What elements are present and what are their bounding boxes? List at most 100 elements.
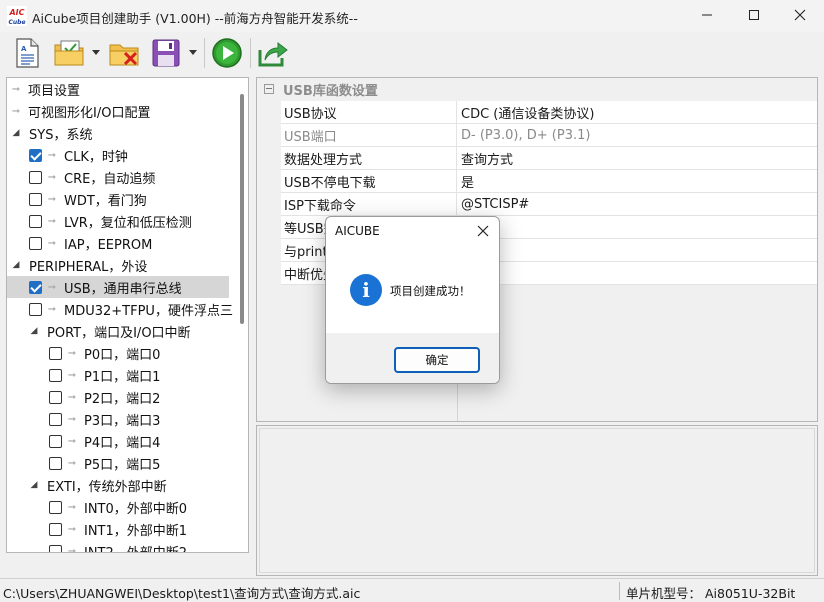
tree-checkbox[interactable] — [49, 456, 62, 470]
close-icon — [794, 9, 806, 21]
tree-item[interactable]: ➞ P3口，端口3 — [7, 408, 229, 430]
arrow-right-icon: ➞ — [47, 237, 57, 249]
config-tree[interactable]: ➞ 项目设置 ➞ 可视图形化I/O口配置 ◢ SYS，系统 ➞ CLK，时钟 ➞ CRE，自动追频… — [6, 77, 249, 553]
tree-item[interactable]: ➞ P1口，端口1 — [7, 364, 229, 386]
property-value[interactable]: 查询方式 — [461, 147, 817, 169]
tree-item[interactable]: ➞ LVR，复位和低压检测 — [7, 210, 229, 232]
info-icon: i — [350, 274, 382, 306]
property-name: USB协议 — [281, 101, 457, 123]
tree-item[interactable]: ◢ SYS，系统 — [7, 122, 229, 144]
tree-checkbox[interactable] — [49, 368, 62, 382]
tree-item-label: SYS，系统 — [29, 127, 93, 143]
property-value[interactable]: 先级 — [461, 262, 817, 284]
close-project-button[interactable] — [107, 36, 143, 70]
tree-checkbox[interactable] — [49, 390, 62, 404]
tree-item[interactable]: ➞ 项目设置 — [7, 78, 229, 100]
arrow-right-icon: ➞ — [67, 435, 77, 447]
property-value[interactable] — [461, 239, 817, 261]
tree-item[interactable]: ➞ INT0，外部中断0 — [7, 496, 229, 518]
expand-triangle-icon[interactable]: ◢ — [29, 480, 39, 490]
minimize-button[interactable] — [684, 0, 730, 30]
dialog-close-button[interactable] — [472, 221, 494, 241]
status-separator — [619, 582, 620, 600]
tree-checkbox[interactable] — [49, 544, 62, 552]
tree-checkbox[interactable] — [49, 500, 62, 514]
svg-text:A: A — [21, 45, 27, 53]
arrow-right-icon: ➞ — [47, 193, 57, 205]
arrow-right-icon: ➞ — [67, 457, 77, 469]
tree-item[interactable]: ➞ CRE，自动追频 — [7, 166, 229, 188]
tree-checkbox[interactable] — [49, 412, 62, 426]
property-value[interactable]: 是 — [461, 170, 817, 192]
arrow-right-icon: ➞ — [67, 545, 77, 553]
tree-item[interactable]: ➞ P5口，端口5 — [7, 452, 229, 474]
tree-item[interactable]: ➞ MDU32+TFPU，硬件浮点三 — [7, 298, 233, 320]
tree-checkbox[interactable] — [29, 236, 42, 250]
tree-checkbox[interactable] — [49, 346, 62, 360]
tree-item[interactable]: ➞ P2口，端口2 — [7, 386, 229, 408]
run-button[interactable] — [210, 36, 244, 70]
tree-item[interactable]: ◢ PERIPHERAL，外设 — [7, 254, 229, 276]
tree-item[interactable]: ➞ INT1，外部中断1 — [7, 518, 229, 540]
category-header[interactable]: USB库函数设置 — [257, 78, 817, 100]
tree-item[interactable]: ➞ 可视图形化I/O口配置 — [7, 100, 229, 122]
ok-button[interactable]: 确定 — [394, 347, 480, 373]
arrow-right-icon: ➞ — [47, 281, 57, 293]
expand-triangle-icon[interactable]: ◢ — [11, 260, 21, 270]
tree-item[interactable]: ◢ EXTI，传统外部中断 — [7, 474, 229, 496]
export-button[interactable] — [256, 36, 290, 70]
tree-item-label: P3口，端口3 — [84, 413, 161, 429]
property-value[interactable]: D- (P3.0), D+ (P3.1) — [461, 124, 817, 146]
dropdown-arrow-icon — [189, 50, 197, 55]
arrow-right-icon: ➞ — [47, 303, 57, 315]
tree-item[interactable]: ➞ CLK，时钟 — [7, 144, 229, 166]
tree-item[interactable]: ➞ IAP，EEPROM — [7, 232, 229, 254]
tree-checkbox[interactable] — [29, 148, 42, 162]
toolbar-separator — [250, 38, 251, 68]
tree-item-label: CLK，时钟 — [64, 149, 128, 165]
property-row[interactable]: USB协议 CDC (通信设备类协议) — [281, 101, 817, 124]
tree-checkbox[interactable] — [29, 214, 42, 228]
property-value[interactable]: @STCISP# — [461, 193, 817, 215]
property-row[interactable]: USB不停电下载是 — [281, 170, 817, 193]
tree-checkbox[interactable] — [29, 170, 42, 184]
tree-scrollbar[interactable] — [240, 94, 244, 324]
tree-checkbox[interactable] — [49, 522, 62, 536]
tree-item-label: PERIPHERAL，外设 — [29, 259, 148, 275]
message-dialog: AICUBE i 项目创建成功！ 确定 — [325, 216, 500, 384]
property-row[interactable]: USB端口 D- (P3.0), D+ (P3.1) — [281, 124, 817, 147]
save-dropdown-button[interactable] — [188, 48, 198, 58]
tree-item[interactable]: ➞ INT2，外部中断2 — [7, 540, 229, 553]
tree-checkbox[interactable] — [29, 280, 42, 294]
maximize-icon — [749, 10, 759, 20]
property-value[interactable] — [461, 216, 817, 238]
tree-checkbox[interactable] — [49, 434, 62, 448]
tree-item[interactable]: ➞ P0口，端口0 — [7, 342, 229, 364]
open-dropdown-button[interactable] — [91, 48, 101, 58]
new-project-button[interactable]: A — [10, 36, 44, 70]
category-title: USB库函数设置 — [283, 83, 378, 99]
tree-item[interactable]: ➞ P4口，端口4 — [7, 430, 229, 452]
description-box — [259, 428, 815, 573]
close-window-button[interactable] — [777, 0, 823, 30]
collapse-icon[interactable] — [264, 84, 274, 94]
property-row[interactable]: ISP下载命令 @STCISP# — [281, 193, 817, 216]
open-project-button[interactable] — [52, 36, 88, 70]
tree-item-label: P1口，端口1 — [84, 369, 161, 385]
tree-item-label: P2口，端口2 — [84, 391, 161, 407]
tree-checkbox[interactable] — [29, 302, 42, 316]
tree-item[interactable]: ➞ WDT，看门狗 — [7, 188, 229, 210]
expand-triangle-icon[interactable]: ◢ — [29, 326, 39, 336]
arrow-right-icon: ➞ — [67, 347, 77, 359]
expand-triangle-icon[interactable]: ◢ — [11, 128, 21, 138]
arrow-right-icon: ➞ — [67, 369, 77, 381]
tree-checkbox[interactable] — [29, 192, 42, 206]
dialog-message: 项目创建成功！ — [390, 284, 471, 298]
tree-item[interactable]: ➞ USB，通用串行总线 — [7, 276, 229, 298]
property-row[interactable]: 数据处理方式 查询方式 — [281, 147, 817, 170]
tree-item-label: P0口，端口0 — [84, 347, 161, 363]
tree-item[interactable]: ◢ PORT，端口及I/O口中断 — [7, 320, 229, 342]
save-button[interactable] — [149, 36, 183, 70]
maximize-button[interactable] — [731, 0, 777, 30]
property-value[interactable]: CDC (通信设备类协议) — [461, 101, 817, 123]
